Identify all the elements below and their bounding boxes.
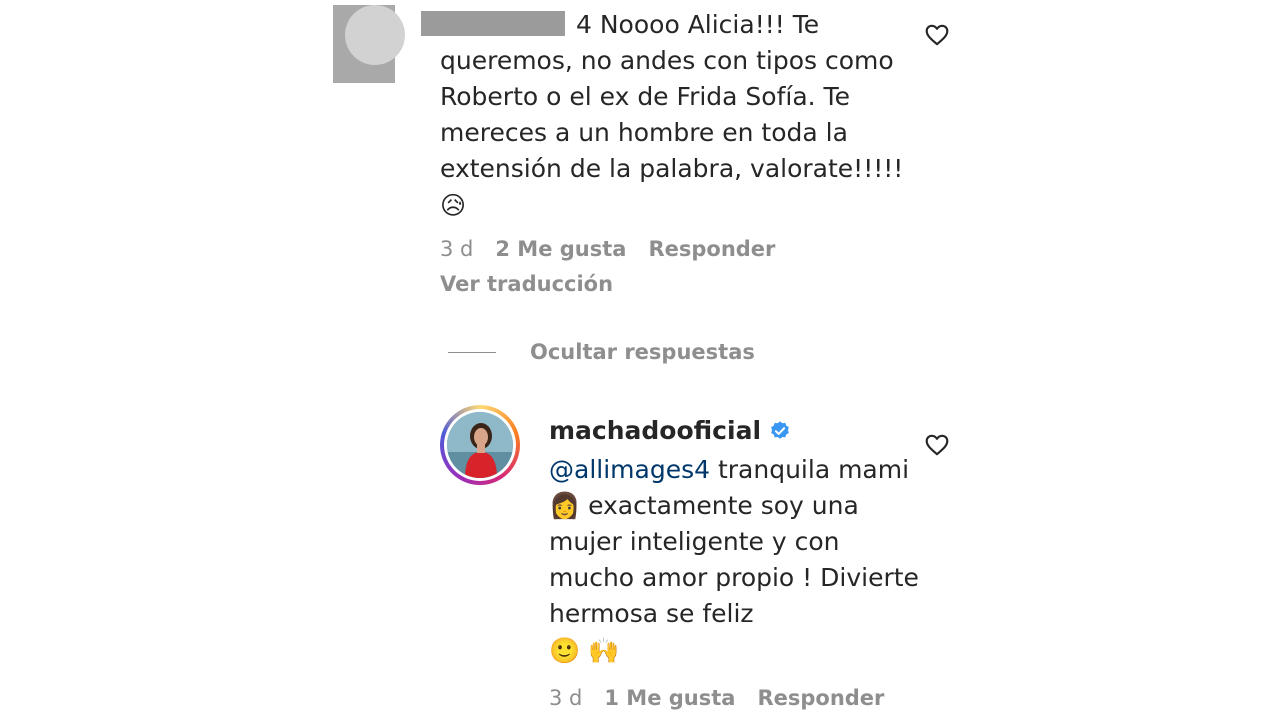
reply-meta: 3 d 1 Me gusta Responder: [549, 686, 884, 710]
profile-photo-icon: [447, 412, 513, 478]
see-translation-link[interactable]: Ver traducción: [440, 272, 613, 296]
comment-likes[interactable]: 2 Me gusta: [495, 237, 626, 261]
divider-line: [448, 351, 496, 353]
comment-text: 4 Noooo Alicia!!! Te queremos, no andes …: [440, 7, 910, 224]
reply-time: 3 d: [549, 686, 583, 710]
hide-replies-label[interactable]: Ocultar respuestas: [530, 340, 755, 364]
reply-likes[interactable]: 1 Me gusta: [604, 686, 735, 710]
reply-reply-button[interactable]: Responder: [757, 686, 884, 710]
reply-username[interactable]: machadooficial: [549, 416, 761, 445]
comment-meta: 3 d 2 Me gusta Responder: [440, 237, 775, 261]
like-heart-icon[interactable]: [924, 22, 950, 48]
avatar-placeholder: [345, 5, 405, 65]
smile-pray-emoji-icon: 🙂 🙌: [549, 636, 620, 665]
mention-link[interactable]: @allimages4: [549, 455, 710, 484]
reply-text: @allimages4 tranquila mami 👩 exactamente…: [549, 452, 919, 669]
hide-replies-toggle[interactable]: Ocultar respuestas: [448, 340, 755, 364]
reply-username-row: machadooficial: [549, 416, 791, 445]
like-heart-icon[interactable]: [924, 432, 950, 458]
username-fragment: 4: [576, 10, 592, 39]
comment-body: Noooo Alicia!!! Te queremos, no andes co…: [440, 10, 904, 183]
avatar[interactable]: [440, 405, 520, 485]
comment-time: 3 d: [440, 237, 474, 261]
verified-badge-icon: [771, 420, 789, 439]
reply-button[interactable]: Responder: [648, 237, 775, 261]
avatar-photo: [447, 412, 513, 478]
sad-emoji-icon: 😥: [440, 191, 467, 220]
